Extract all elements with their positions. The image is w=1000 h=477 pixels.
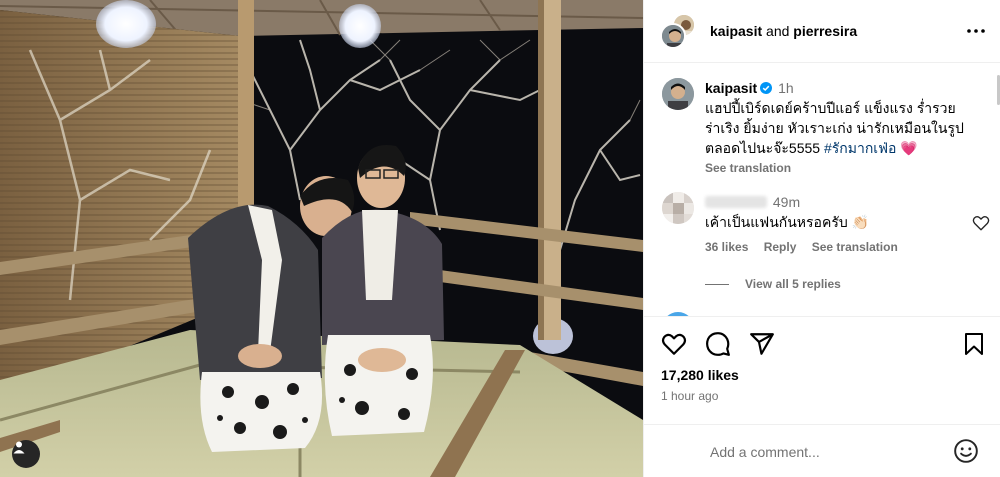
like-button[interactable] [660,330,688,358]
verified-badge-icon [760,82,773,94]
avatar[interactable] [660,23,686,49]
more-options-icon [967,29,985,33]
caption-line: ร่าเริง ยิ้มง่าย หัวเราะเก่ง น่ารักเหมือ… [705,120,964,136]
see-translation-link[interactable]: See translation [705,160,990,176]
user-tags-button[interactable] [12,440,40,468]
comment-like-button[interactable] [972,214,990,232]
blurred-avatar [662,192,694,224]
like-count[interactable]: 17,280 likes [661,367,739,383]
caption-username[interactable]: kaipasit [705,80,757,96]
comment-icon [706,332,730,356]
and-word: and [766,23,790,39]
caption-line: แฮปปี้เบิร์ดเดย์คร้าบปีแอร์ แข็งแรง ร่ำร… [705,100,956,116]
comment-input[interactable] [710,441,940,463]
hashtag-link[interactable]: #รักมากเฟ่อ [824,140,896,156]
collab-avatars[interactable] [660,13,696,49]
share-button[interactable] [748,330,776,358]
avatar-image [662,25,684,47]
comment-likes-link[interactable]: 36 likes [705,240,748,254]
author-link[interactable]: kaipasit [710,23,762,39]
post-timestamp[interactable]: 1 hour ago [661,389,718,403]
post-photo[interactable] [0,0,643,477]
comment-text: เค้าเป็นแฟนกันหรอครับ [705,214,848,230]
view-replies-label: View all 5 replies [745,277,841,291]
comment-body: 49m เค้าเป็นแฟนกันหรอครับ 👏🏻 [705,192,965,232]
photo-illustration [0,0,643,477]
post-header: kaipasit and pierresira [644,0,1000,63]
heart-icon [972,216,990,231]
caption-line: ตลอดไปนะจ๊ะ5555 [705,140,821,156]
comment-time[interactable]: 49m [773,194,800,210]
post-authors: kaipasit and pierresira [710,23,857,39]
post-sidebar: kaipasit and pierresira kaipasit 1h แฮปปี… [643,0,1000,477]
heart-icon [661,333,687,355]
bookmark-icon [965,333,983,355]
emoji-icon [954,439,978,463]
replies-divider [705,283,729,285]
view-replies-button[interactable]: View all 5 replies [705,277,841,291]
comment-see-translation[interactable]: See translation [812,240,898,254]
post-actions: 17,280 likes 1 hour ago [644,316,1000,411]
caption-time[interactable]: 1h [778,80,794,96]
blurred-username [705,196,767,208]
comment-composer [644,424,1000,477]
avatar-image [662,78,694,110]
avatar[interactable] [662,78,694,110]
comment-button[interactable] [704,330,732,358]
comment: 49m เค้าเป็นแฟนกันหรอครับ 👏🏻 36 likes Re… [662,192,992,254]
share-icon [750,333,774,355]
clap-emoji: 👏🏻 [851,214,870,230]
collaborator-link[interactable]: pierresira [793,23,857,39]
emoji-button[interactable] [953,438,979,464]
caption-text: kaipasit 1h แฮปปี้เบิร์ดเดย์คร้าบปีแอร์ แ… [705,78,990,176]
comment-meta: 36 likes Reply See translation [705,240,910,254]
reply-button[interactable]: Reply [764,240,797,254]
avatar[interactable] [662,192,694,224]
save-button[interactable] [960,330,988,358]
user-tag-icon [13,441,25,454]
more-options-button[interactable] [965,20,987,42]
heart-emoji: 💗 [900,140,918,156]
